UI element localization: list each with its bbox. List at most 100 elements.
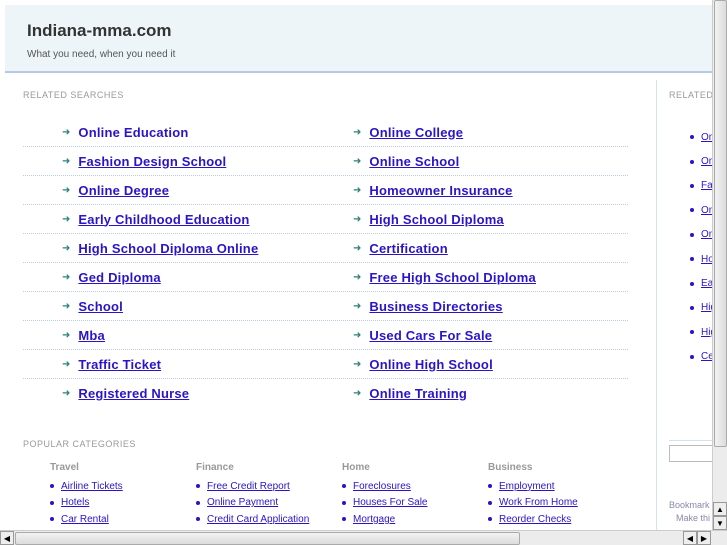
sidebar-item: Fa xyxy=(690,174,712,198)
sidebar-related-label: RELATED xyxy=(669,90,712,100)
bookmark-link[interactable]: Bookmark xyxy=(669,500,710,510)
related-item: ➜ Online Training xyxy=(314,386,605,401)
related-search-link[interactable]: Traffic Ticket xyxy=(78,357,161,372)
category-link[interactable]: Reorder Checks xyxy=(499,514,571,525)
arrow-right-icon: ➜ xyxy=(62,271,71,283)
sidebar-item: Om xyxy=(690,223,712,247)
scroll-right-icon[interactable]: ▶ xyxy=(697,531,711,545)
sidebar-link[interactable]: Ce xyxy=(701,351,712,362)
related-search-link[interactable]: Ged Diploma xyxy=(78,270,160,285)
horizontal-scroll-thumb[interactable] xyxy=(15,532,520,545)
arrow-right-icon: ➜ xyxy=(353,271,362,283)
related-search-link[interactable]: High School Diploma xyxy=(369,212,504,227)
category-link[interactable]: Employment xyxy=(499,481,555,492)
sidebar-link[interactable]: Ho xyxy=(701,254,712,265)
related-searches-grid: ➜ Online Education ➜ Online College ➜ Fashion… xyxy=(23,118,628,408)
arrow-right-icon: ➜ xyxy=(353,242,362,254)
bullet-icon xyxy=(690,305,694,310)
category-link[interactable]: Credit Card Application xyxy=(207,514,309,525)
related-search-link[interactable]: Mba xyxy=(78,328,105,343)
category-heading: Finance xyxy=(196,462,234,473)
scroll-left-icon[interactable]: ◀ xyxy=(0,531,14,545)
related-search-link[interactable]: Online High School xyxy=(369,357,493,372)
arrow-right-icon: ➜ xyxy=(353,300,362,312)
related-item: ➜ High School Diploma Online xyxy=(23,241,314,256)
bullet-icon xyxy=(488,484,492,489)
related-search-link[interactable]: Online Degree xyxy=(78,183,169,198)
sidebar-link[interactable]: Om xyxy=(701,205,712,216)
arrow-right-icon: ➜ xyxy=(62,358,71,370)
related-search-link[interactable]: Used Cars For Sale xyxy=(369,328,492,343)
category-item: Hotels xyxy=(50,495,196,512)
arrow-right-icon: ➜ xyxy=(353,329,362,341)
related-search-link[interactable]: Early Childhood Education xyxy=(78,212,249,227)
related-item: ➜ Online School xyxy=(314,154,605,169)
category-column: Home Foreclosures Houses For Sale Mortgage xyxy=(342,462,488,528)
bullet-icon xyxy=(342,517,346,522)
related-search-link[interactable]: Certification xyxy=(369,241,447,256)
related-search-link[interactable]: High School Diploma Online xyxy=(78,241,258,256)
sidebar-item: Ea xyxy=(690,271,712,295)
make-homepage-link[interactable]: Make thi xyxy=(676,513,710,523)
bullet-icon xyxy=(50,500,54,505)
category-link[interactable]: Foreclosures xyxy=(353,481,411,492)
sidebar-link[interactable]: Om xyxy=(701,229,712,240)
bullet-icon xyxy=(690,232,694,237)
related-search-link[interactable]: School xyxy=(78,299,123,314)
scroll-down-icon[interactable]: ▼ xyxy=(713,516,727,530)
category-link[interactable]: Mortgage xyxy=(353,514,395,525)
category-item: Car Rental xyxy=(50,511,196,528)
scroll-up-icon[interactable]: ▲ xyxy=(713,502,727,516)
vertical-scrollbar[interactable]: ▲ ▼ xyxy=(712,0,727,530)
arrow-right-icon: ➜ xyxy=(62,329,71,341)
sidebar-item: Hig xyxy=(690,320,712,344)
bullet-icon xyxy=(196,500,200,505)
sidebar-link[interactable]: Fa xyxy=(701,180,712,191)
related-search-link[interactable]: Online College xyxy=(369,125,463,140)
category-item: Reorder Checks xyxy=(488,511,634,528)
related-search-link[interactable]: Business Directories xyxy=(369,299,502,314)
sidebar-link[interactable]: Om xyxy=(701,132,712,143)
related-item: ➜ Free High School Diploma xyxy=(314,270,605,285)
related-search-link[interactable]: Online Education xyxy=(78,125,188,140)
bullet-icon xyxy=(690,159,694,164)
scroll-left-icon-2[interactable]: ◀ xyxy=(683,531,697,545)
related-item: ➜ Online Degree xyxy=(23,183,314,198)
bullet-icon xyxy=(690,208,694,213)
arrow-right-icon: ➜ xyxy=(62,300,71,312)
category-link[interactable]: Work From Home xyxy=(499,497,578,508)
arrow-right-icon: ➜ xyxy=(353,213,362,225)
category-item: Work From Home xyxy=(488,495,634,512)
category-link[interactable]: Online Payment xyxy=(207,497,278,508)
related-search-link[interactable]: Fashion Design School xyxy=(78,154,226,169)
sidebar-link[interactable]: Hig xyxy=(701,302,712,313)
category-link[interactable]: Free Credit Report xyxy=(207,481,290,492)
sidebar-item: Ho xyxy=(690,247,712,271)
bullet-icon xyxy=(342,484,346,489)
sidebar-link[interactable]: Ea xyxy=(701,278,712,289)
arrow-right-icon: ➜ xyxy=(353,184,362,196)
category-column: Travel Airline Tickets Hotels Car Rental xyxy=(50,462,196,528)
horizontal-scrollbar[interactable]: ◀ ◀ ▶ xyxy=(0,530,727,545)
category-link[interactable]: Car Rental xyxy=(61,514,109,525)
related-row: ➜ Registered Nurse ➜ Online Training xyxy=(23,379,628,408)
related-search-link[interactable]: Registered Nurse xyxy=(78,386,189,401)
sidebar-link[interactable]: Om xyxy=(701,156,712,167)
sidebar-link[interactable]: Hig xyxy=(701,327,712,338)
bullet-icon xyxy=(488,517,492,522)
related-search-link[interactable]: Online Training xyxy=(369,386,467,401)
category-link[interactable]: Houses For Sale xyxy=(353,497,427,508)
related-search-link[interactable]: Free High School Diploma xyxy=(369,270,536,285)
bullet-icon xyxy=(50,484,54,489)
category-link[interactable]: Airline Tickets xyxy=(61,481,123,492)
arrow-right-icon: ➜ xyxy=(62,213,71,225)
related-search-link[interactable]: Homeowner Insurance xyxy=(369,183,512,198)
vertical-scroll-thumb[interactable] xyxy=(714,0,727,447)
related-item: ➜ Online High School xyxy=(314,357,605,372)
sidebar-search-input[interactable] xyxy=(669,445,712,462)
category-link[interactable]: Hotels xyxy=(61,497,89,508)
related-search-link[interactable]: Online School xyxy=(369,154,459,169)
category-item: Foreclosures xyxy=(342,478,488,495)
arrow-right-icon: ➜ xyxy=(62,388,71,399)
related-row: ➜ Mba ➜ Used Cars For Sale xyxy=(23,321,628,350)
